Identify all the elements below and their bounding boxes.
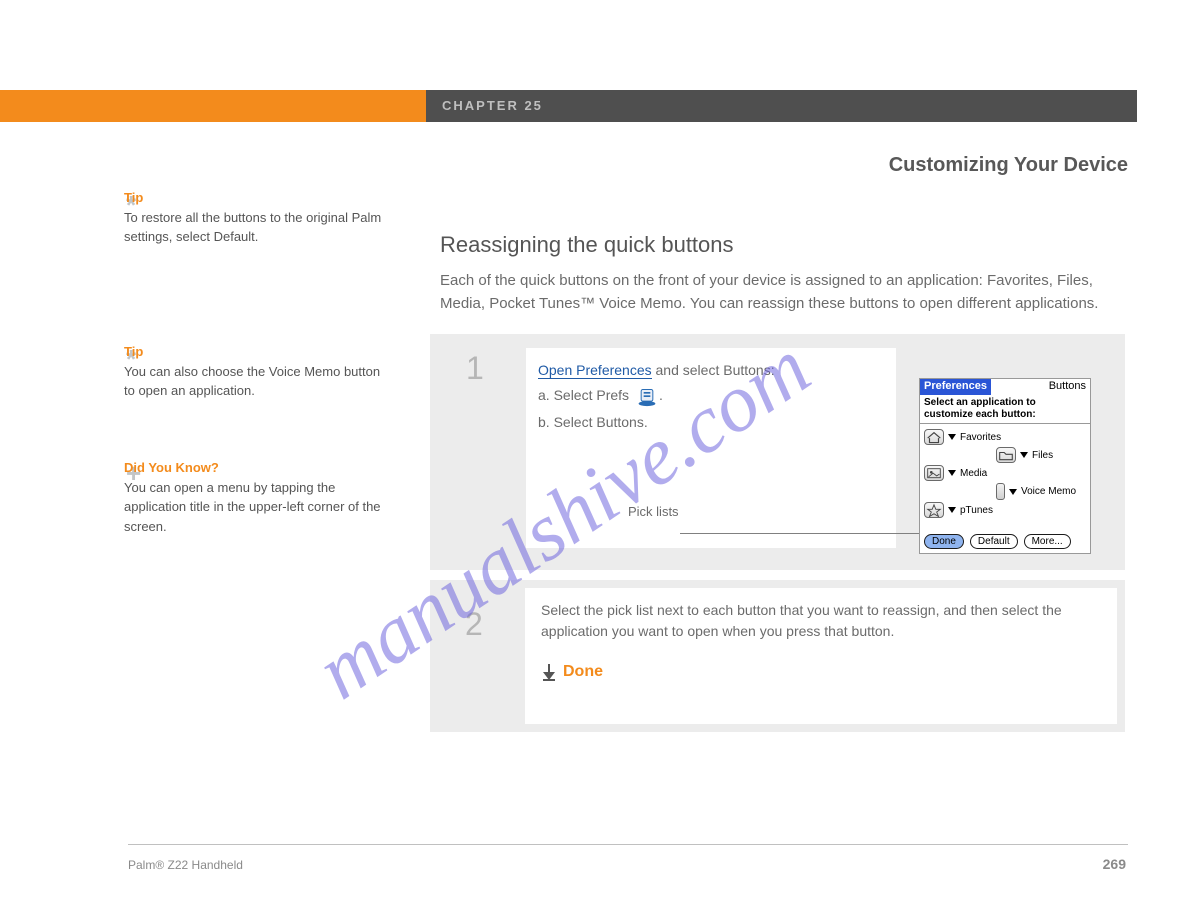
step2-text: Select the pick list next to each button… xyxy=(541,600,1101,642)
didyou-body: You can open a menu by tapping the appli… xyxy=(124,480,381,534)
row-label: Voice Memo xyxy=(1021,486,1076,497)
done-arrow-icon xyxy=(541,664,557,680)
section-title: Customizing Your Device xyxy=(889,154,1128,177)
tip-body: To restore all the buttons to the origin… xyxy=(124,210,381,245)
step-1-body: Open Preferences and select Buttons: a. … xyxy=(526,348,896,548)
screenshot-buttons: Done Default More... xyxy=(924,534,1086,549)
tip-1: Tip To restore all the buttons to the or… xyxy=(124,188,384,247)
tip-body: You can also choose the Voice Memo butto… xyxy=(124,364,380,399)
row-label: pTunes xyxy=(960,505,993,516)
chevron-down-icon xyxy=(948,470,956,476)
step1-line-b: b. Select Buttons. xyxy=(538,414,884,430)
footer-product: Palm® Z22 Handheld xyxy=(128,858,243,872)
chevron-down-icon xyxy=(1009,489,1017,495)
section-intro: Each of the quick buttons on the front o… xyxy=(440,270,1120,315)
section-heading: Reassigning the quick buttons xyxy=(440,232,734,258)
preferences-screenshot: Preferences Buttons Select an applicatio… xyxy=(919,378,1091,554)
tip-label: Tip xyxy=(124,190,143,205)
screenshot-title: Preferences xyxy=(920,379,991,395)
step-1-panel: 1 Open Preferences and select Buttons: a… xyxy=(430,334,1125,570)
row-favorites: Favorites xyxy=(924,429,1086,445)
row-label: Media xyxy=(960,468,987,479)
star-outline-icon xyxy=(924,502,944,518)
pick-lists-callout: Pick lists xyxy=(628,504,679,519)
header-bars xyxy=(0,90,1137,122)
step-number-1: 1 xyxy=(466,350,484,387)
orange-bar xyxy=(0,90,426,122)
screenshot-rows: Favorites Files Media Voice Memo pTunes xyxy=(920,424,1090,518)
screenshot-subtitle: Select an application to customize each … xyxy=(920,395,1090,424)
step-2-panel: 2 Select the pick list next to each butt… xyxy=(430,580,1125,732)
chevron-down-icon xyxy=(948,434,956,440)
tip-2: Tip You can also choose the Voice Memo b… xyxy=(124,342,384,401)
folder-icon xyxy=(996,447,1016,463)
row-ptunes: pTunes xyxy=(924,502,1086,518)
picture-icon xyxy=(924,465,944,481)
row-media: Media xyxy=(924,465,1086,481)
row-files: Files xyxy=(924,447,1086,463)
default-button[interactable]: Default xyxy=(970,534,1018,549)
row-voice: Voice Memo xyxy=(924,483,1086,500)
row-label: Files xyxy=(1032,450,1053,461)
done-label: Done xyxy=(563,660,603,684)
step1-line-a: a. Select Prefs xyxy=(538,387,629,403)
chevron-down-icon xyxy=(1020,452,1028,458)
side-button-icon xyxy=(996,483,1005,500)
page-number: 269 xyxy=(1103,856,1126,872)
chapter-label: CHAPTER 25 xyxy=(442,98,543,113)
didyou-label: Did You Know? xyxy=(124,460,219,475)
step-number-2: 2 xyxy=(465,600,483,648)
row-label: Favorites xyxy=(960,432,1001,443)
tip-label: Tip xyxy=(124,344,143,359)
home-icon xyxy=(924,429,944,445)
open-prefs-rest: and select Buttons: xyxy=(656,362,775,378)
screenshot-category: Buttons xyxy=(991,379,1090,395)
more-button[interactable]: More... xyxy=(1024,534,1071,549)
open-preferences-link[interactable]: Open Preferences xyxy=(538,362,652,379)
chevron-down-icon xyxy=(948,507,956,513)
done-button[interactable]: Done xyxy=(924,534,964,549)
footer-rule xyxy=(128,844,1128,845)
screenshot-titlebar: Preferences Buttons xyxy=(920,379,1090,395)
did-you-know: Did You Know? You can open a menu by tap… xyxy=(124,458,384,536)
prefs-icon xyxy=(637,387,657,405)
